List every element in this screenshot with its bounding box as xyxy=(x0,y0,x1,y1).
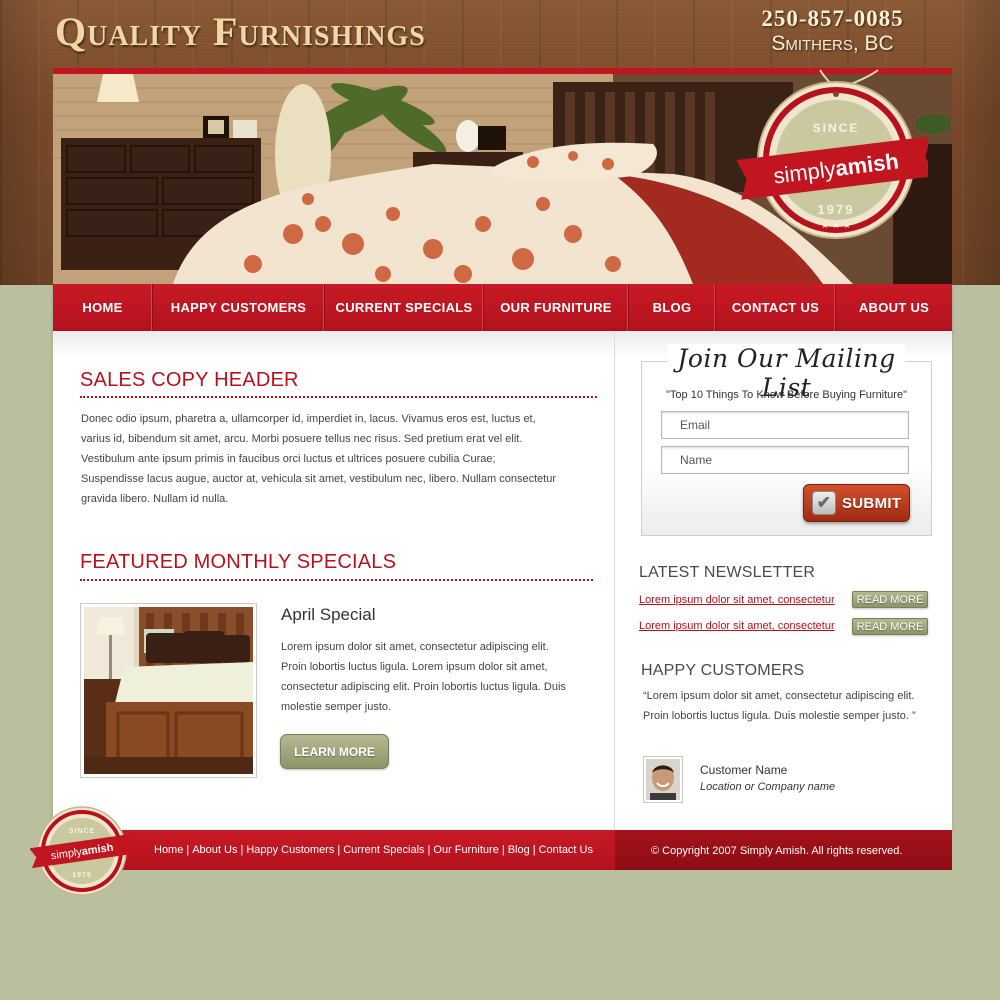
footer-link-about-us[interactable]: About Us xyxy=(192,844,237,856)
sales-copy-line: Vestibulum ante ipsum primis in faucibus… xyxy=(81,453,496,465)
nav-current-specials[interactable]: CURRENT SPECIALS xyxy=(325,284,484,331)
footer-separator: | xyxy=(240,844,244,856)
wood-shade-right xyxy=(953,0,1000,285)
badge-year-text: 1979 xyxy=(818,202,855,217)
featured-header-divider xyxy=(80,579,593,581)
sales-copy-header: SALES COPY HEADER xyxy=(80,369,299,391)
footer-simply-amish-badge: SINCE simplyamish 1979 xyxy=(30,806,134,896)
footer-link-blog[interactable]: Blog xyxy=(508,844,530,856)
customer-testimonial: “Lorem ipsum dolor sit amet, consectetur… xyxy=(643,690,916,722)
wood-shade-left xyxy=(0,0,53,285)
special-description: Lorem ipsum dolor sit amet, consectetur … xyxy=(281,637,601,717)
footer-link-home[interactable]: Home xyxy=(154,844,183,856)
nav-contact-us[interactable]: CONTACT US xyxy=(716,284,836,331)
special-line: Lorem ipsum dolor sit amet, consectetur … xyxy=(281,641,549,653)
city-location: Smithers, BC xyxy=(771,32,894,55)
learn-more-button[interactable]: LEARN MORE xyxy=(280,734,389,769)
badge-stars-icon: ★ ★ ★ xyxy=(821,221,851,231)
special-line: consectetur adipiscing elit. Proin lobor… xyxy=(281,681,566,693)
submit-label: SUBMIT xyxy=(842,494,902,512)
newsletter-link[interactable]: Lorem ipsum dolor sit amet, consectetur xyxy=(639,620,835,632)
customer-location: Location or Company name xyxy=(700,781,836,793)
special-line: molestie semper justo. xyxy=(281,701,392,713)
main-nav: HOME HAPPY CUSTOMERS CURRENT SPECIALS OU… xyxy=(53,284,952,331)
column-divider xyxy=(614,331,615,830)
name-field[interactable] xyxy=(661,446,909,474)
latest-newsletter-header: LATEST NEWSLETTER xyxy=(639,564,816,581)
sales-copy-line: varius id, bibendum sit amet, arcu. Morb… xyxy=(81,433,523,445)
special-title: April Special xyxy=(281,605,376,624)
sales-copy-body: Donec odio ipsum, pharetra a, ullamcorpe… xyxy=(81,409,601,509)
sales-copy-line: Suspendisse lacus augue, auctor at, vehi… xyxy=(81,473,557,485)
sales-header-divider xyxy=(80,396,597,398)
newsletter-link[interactable]: Lorem ipsum dolor sit amet, consectetur xyxy=(639,594,835,606)
read-more-button[interactable]: READ MORE xyxy=(852,618,928,635)
nav-blog[interactable]: BLOG xyxy=(629,284,716,331)
footer-link-current-specials[interactable]: Current Specials xyxy=(343,844,424,856)
copyright-text: © Copyright 2007 Simply Amish. All right… xyxy=(651,845,903,857)
checkmark-icon: ✔ xyxy=(812,491,836,515)
customer-avatar xyxy=(643,756,683,803)
footer-link-contact-us[interactable]: Contact Us xyxy=(539,844,593,856)
footer-nav: Home | About Us | Happy Customers | Current Sp… xyxy=(154,844,593,856)
footer-separator: | xyxy=(501,844,505,856)
footer-badge-year: 1979 xyxy=(72,872,92,879)
email-field[interactable] xyxy=(661,411,909,439)
bed-photo-image xyxy=(84,607,253,774)
special-line: Proin lobortis luctus ligula. Lorem ipsu… xyxy=(281,661,548,673)
nav-home[interactable]: HOME xyxy=(53,284,153,331)
sales-copy-line: gravida libero. Nullam id nulla. xyxy=(81,493,229,505)
special-product-photo[interactable] xyxy=(80,603,257,778)
footer-separator: | xyxy=(337,844,341,856)
nav-our-furniture[interactable]: OUR FURNITURE xyxy=(484,284,629,331)
phone-number: 250-857-0085 xyxy=(761,6,904,31)
footer-separator: | xyxy=(186,844,190,856)
site-title[interactable]: Quality Furnishings xyxy=(55,8,426,55)
submit-button[interactable]: ✔ SUBMIT xyxy=(803,484,910,522)
nav-about-us[interactable]: ABOUT US xyxy=(836,284,952,331)
footer-link-happy-customers[interactable]: Happy Customers xyxy=(246,844,334,856)
nav-happy-customers[interactable]: HAPPY CUSTOMERS xyxy=(153,284,325,331)
customer-name: Customer Name xyxy=(700,763,788,777)
simply-amish-badge: SINCE simplyamish 1979 ★ ★ ★ xyxy=(736,69,928,239)
mailing-list-subtitle: "Top 10 Things To Know Before Buying Fur… xyxy=(666,389,907,401)
sales-copy-line: Donec odio ipsum, pharetra a, ullamcorpe… xyxy=(81,413,536,425)
happy-customers-header: HAPPY CUSTOMERS xyxy=(641,662,805,679)
footer-badge-since: SINCE xyxy=(69,828,95,835)
read-more-button[interactable]: READ MORE xyxy=(852,591,928,608)
customer-face-icon xyxy=(646,759,680,800)
footer-link-our-furniture[interactable]: Our Furniture xyxy=(433,844,498,856)
badge-since-text: SINCE xyxy=(813,121,860,135)
footer-separator: | xyxy=(532,844,536,856)
featured-specials-header: FEATURED MONTHLY SPECIALS xyxy=(80,551,397,573)
